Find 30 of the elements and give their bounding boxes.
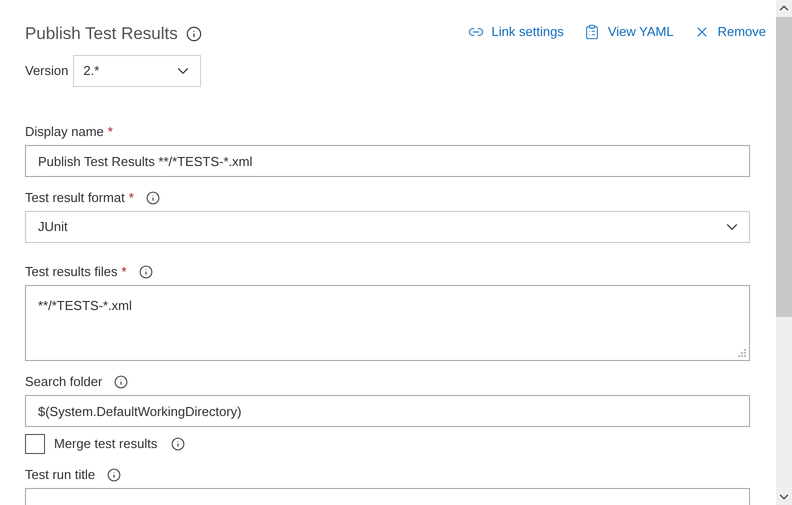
action-link[interactable]: Link settings — [468, 22, 564, 42]
required-mark: * — [128, 189, 134, 208]
info-icon[interactable] — [138, 265, 153, 279]
version-select[interactable]: 2.* — [73, 55, 202, 87]
info-icon[interactable] — [114, 375, 128, 389]
yaml-icon — [584, 24, 600, 40]
text-field[interactable]: Publish Test Results **/*TESTS-*.xml — [25, 145, 750, 177]
textarea-field[interactable]: **/*TESTS-*.xml — [25, 285, 750, 361]
version-label: Version — [25, 62, 68, 80]
field-label: Test results files — [25, 263, 118, 282]
required-mark: * — [121, 263, 127, 282]
info-icon[interactable] — [107, 468, 122, 482]
info-icon[interactable] — [171, 437, 186, 451]
checkbox-label: Merge test results — [54, 435, 158, 454]
field-label: Search folder — [25, 373, 102, 392]
select-field[interactable]: JUnit — [25, 211, 750, 243]
info-icon[interactable] — [186, 26, 202, 42]
resize-grip-icon[interactable] — [738, 349, 746, 357]
field-label: Test result format — [25, 189, 125, 208]
field-label: Test run title — [25, 466, 96, 484]
panel-title: Publish Test Results — [25, 23, 178, 46]
checkbox[interactable] — [25, 434, 45, 454]
scrollbar[interactable] — [776, 0, 792, 505]
info-icon[interactable] — [146, 191, 160, 205]
text-field[interactable]: $(System.DefaultWorkingDirectory) — [25, 395, 750, 427]
action-link[interactable]: View YAML — [584, 22, 674, 42]
action-link[interactable]: Remove — [694, 22, 766, 42]
field-label: Display name — [25, 123, 104, 142]
required-mark: * — [108, 123, 113, 142]
scrollbar-thumb[interactable] — [776, 17, 792, 317]
